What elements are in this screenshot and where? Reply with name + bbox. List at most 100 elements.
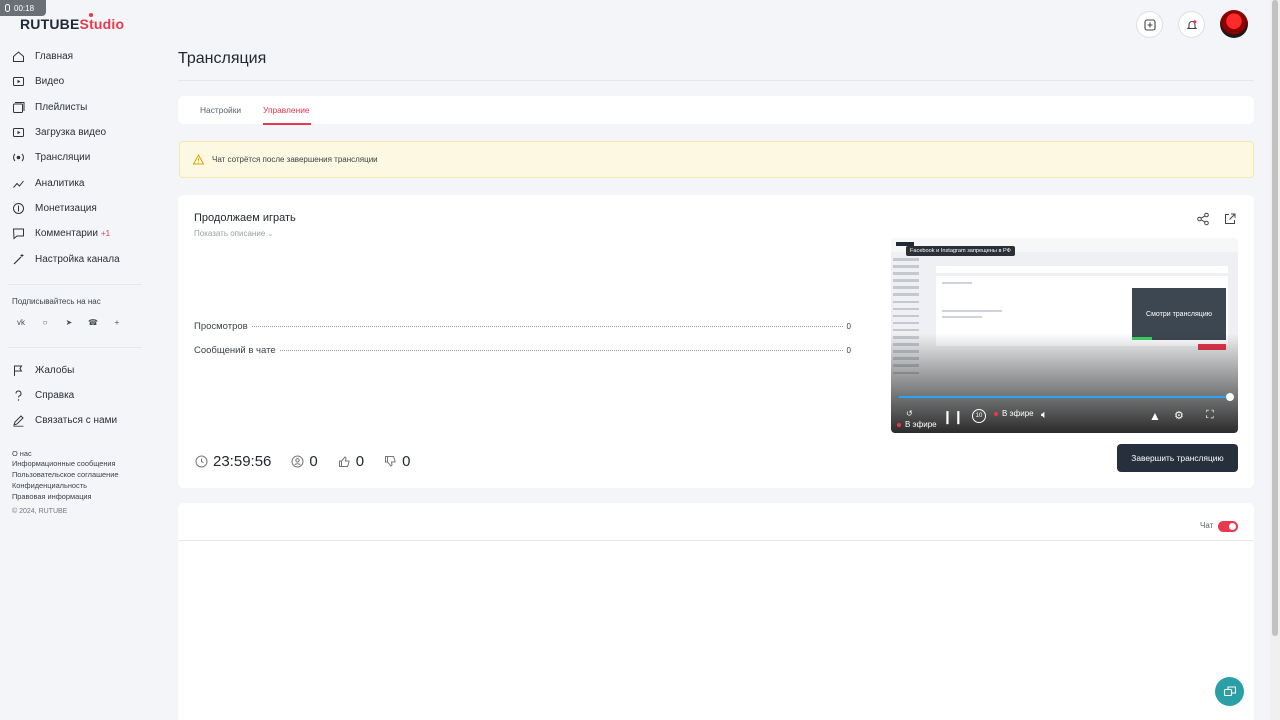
fullscreen-icon[interactable]: ⛶ — [1206, 409, 1214, 422]
avatar[interactable] — [1220, 10, 1248, 38]
footer-link-info[interactable]: Информационные сообщения — [12, 459, 150, 470]
active-tab-indicator — [263, 123, 311, 125]
dislikes-metric: 0 — [384, 453, 410, 470]
sidebar-item-comments[interactable]: Комментарии +1 — [0, 221, 150, 246]
end-broadcast-button[interactable]: Завершить трансляцию — [1117, 444, 1238, 472]
sidebar-item-channel-settings[interactable]: Настройка канала — [0, 246, 150, 271]
ok-icon[interactable]: ○ — [38, 316, 52, 330]
footer-links: О нас Информационные сообщения Пользоват… — [0, 449, 150, 503]
warning-icon — [192, 154, 205, 165]
comments-badge: +1 — [100, 229, 111, 239]
chat-bubbles-icon — [1223, 685, 1236, 696]
external-link-icon[interactable] — [1223, 212, 1237, 226]
sidebar-item-playlists[interactable]: Плейлисты — [0, 95, 150, 120]
live-indicator: В эфире — [994, 409, 1034, 418]
tab-management[interactable]: Управление — [263, 105, 310, 115]
comments-icon — [12, 227, 25, 240]
chevron-down-icon: ⌄ — [267, 231, 274, 238]
page-scrollbar[interactable] — [1270, 0, 1280, 720]
recording-indicator: 00:18 — [0, 0, 46, 16]
views-value: 0 — [846, 322, 851, 331]
sidebar-item-upload[interactable]: Загрузка видео — [0, 120, 150, 145]
footer-link-about[interactable]: О нас — [12, 449, 150, 460]
notice-text: Чат сотрётся после завершения трансляции — [212, 155, 378, 164]
vk-icon[interactable]: vk — [14, 316, 28, 330]
chat-messages-stat: Сообщений в чате 0 — [194, 345, 851, 356]
viewers-metric: 0 — [291, 453, 318, 470]
copyright: © 2024, RUTUBE — [12, 507, 68, 515]
chat-toggle-label: Чат — [1200, 521, 1214, 530]
microphone-icon — [5, 4, 10, 12]
chat-messages-value: 0 — [846, 346, 851, 355]
views-stat: Просмотров 0 — [194, 321, 851, 332]
viber-icon[interactable]: ☎ — [86, 316, 100, 330]
likes-metric: 0 — [338, 453, 364, 470]
magic-wand-icon — [12, 253, 25, 266]
live-badge-overlay: В эфире — [897, 420, 937, 429]
recording-time: 00:18 — [14, 3, 35, 13]
chat-toggle[interactable] — [1218, 521, 1238, 532]
analytics-icon — [12, 177, 25, 190]
flag-icon — [12, 364, 25, 377]
sidebar-item-home[interactable]: Главная — [0, 44, 150, 69]
video-progress-bar[interactable] — [899, 396, 1230, 398]
video-tooltip: Facebook и Instagram запрещены в РФ — [906, 246, 1015, 256]
pen-icon — [12, 414, 25, 428]
playlist-icon — [12, 101, 25, 114]
viewers-icon — [291, 455, 304, 467]
page-title: Трансляция — [178, 50, 267, 67]
footer-link-privacy[interactable]: Конфиденциальность — [12, 481, 150, 492]
stream-card: Продолжаем играть Показать описание ⌄ Пр… — [178, 195, 1254, 488]
bell-icon — [1186, 19, 1197, 29]
rewind-icon[interactable]: ↺ — [906, 409, 913, 418]
video-icon — [12, 75, 25, 88]
show-description-link[interactable]: Показать описание ⌄ — [194, 229, 273, 238]
duration-metric: 23:59:56 — [195, 453, 271, 470]
sidebar-item-broadcasts[interactable]: Трансляции — [0, 145, 150, 170]
footer-link-terms[interactable]: Пользовательское соглашение — [12, 470, 150, 481]
social-links: vk ○ ➤ ☎ + — [0, 316, 150, 330]
notifications-button[interactable] — [1178, 11, 1205, 38]
subscribe-label: Подписывайтесь на нас — [12, 296, 101, 306]
top-header: RUTUBEStudio — [0, 0, 1270, 50]
clock-icon — [195, 455, 208, 467]
thumbs-down-icon — [385, 455, 396, 467]
upload-button[interactable] — [1136, 11, 1163, 38]
sidebar-divider — [8, 346, 142, 348]
tab-settings[interactable]: Настройки — [200, 105, 241, 115]
sidebar-item-analytics[interactable]: Аналитика — [0, 170, 150, 195]
sidebar-item-contact[interactable]: Связаться с нами — [0, 408, 150, 433]
settings-icon[interactable]: ⚙ — [1174, 409, 1184, 422]
home-icon — [12, 50, 25, 63]
chat-warning-notice: Чат сотрётся после завершения трансляции — [179, 141, 1254, 178]
chat-panel: Чат — [178, 503, 1254, 720]
title-divider — [178, 80, 1254, 81]
footer-link-legal[interactable]: Правовая информация — [12, 492, 150, 503]
volume-icon[interactable]: 🔈︎ — [1041, 409, 1048, 422]
video-progress-knob[interactable] — [1226, 393, 1234, 401]
sidebar-item-help[interactable]: Справка — [0, 383, 150, 408]
cursor-icon: ▲ — [1149, 409, 1161, 423]
rutube-studio-logo[interactable]: RUTUBEStudio — [20, 13, 124, 32]
stream-metrics: 23:59:56 0 0 0 — [195, 451, 430, 471]
pause-icon[interactable]: ❙❙ — [942, 409, 964, 425]
sidebar-item-video[interactable]: Видео — [0, 69, 150, 94]
tab-bar: Настройки Управление — [178, 96, 1254, 125]
broadcast-icon — [12, 151, 25, 164]
sidebar: Главная Видео Плейлисты Загрузка видео Т… — [0, 44, 150, 515]
chat-divider — [178, 540, 1254, 541]
sidebar-item-complaints[interactable]: Жалобы — [0, 358, 150, 383]
upload-icon — [1143, 18, 1156, 31]
skip-forward-icon[interactable]: 10 — [972, 409, 986, 423]
plus-icon[interactable]: + — [110, 316, 124, 330]
stream-preview-player[interactable]: Facebook и Instagram запрещены в РФ Смот… — [891, 238, 1238, 433]
sidebar-item-monetization[interactable]: Монетизация — [0, 196, 150, 221]
scrollbar-thumb[interactable] — [1272, 0, 1278, 636]
thumbs-up-icon — [338, 455, 350, 467]
share-icon[interactable] — [1196, 212, 1210, 226]
stream-title: Продолжаем играть — [194, 212, 296, 224]
question-icon — [12, 389, 25, 402]
coin-icon — [12, 202, 25, 215]
telegram-icon[interactable]: ➤ — [62, 316, 76, 330]
support-chat-button[interactable] — [1215, 677, 1244, 706]
